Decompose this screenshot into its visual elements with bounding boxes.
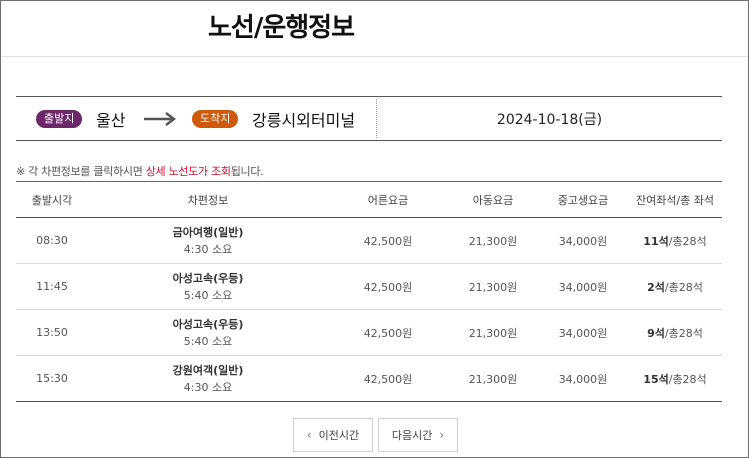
bus-class: 금아여행(일반) — [172, 226, 244, 239]
notice-highlight: 상세 노선도가 조회 — [145, 165, 231, 178]
chevron-left-icon: ‹ — [306, 428, 312, 442]
departure-date: 2024-10-18(금) — [496, 112, 603, 128]
bus-class: 강원여객(일반) — [172, 364, 244, 377]
seat-availability: 9석/총28석 — [628, 310, 722, 355]
notice-text: ※ 각 차편정보를 클릭하시면 상세 노선도가 조회됩니다. — [16, 163, 264, 179]
child-fare: 21,300원 — [468, 234, 518, 248]
child-fare: 21,300원 — [468, 372, 518, 386]
bus-class: 아성고속(우등) — [172, 318, 244, 331]
adult-fare: 42,500원 — [363, 326, 413, 340]
student-fare: 34,000원 — [558, 372, 608, 386]
total-seats: /총28석 — [664, 326, 703, 340]
header-departure-time: 출발시각 — [31, 193, 73, 207]
schedule-table: 출발시각 차편정보 어른요금 아동요금 중고생요금 잔여좌석/총 좌석 08:3… — [16, 181, 722, 402]
arrival-city: 강릉시외터미널 — [252, 111, 356, 130]
total-seats: /총28석 — [668, 234, 707, 248]
bus-info[interactable]: 아성고속(우등) 5:40 소요 — [88, 264, 328, 309]
seat-availability: 15석/총28석 — [628, 356, 722, 401]
header-bus-info: 차편정보 — [187, 193, 229, 207]
table-row[interactable]: 08:30 금아여행(일반) 4:30 소요 42,500원 21,300원 3… — [16, 218, 722, 264]
route-bar: 출발지 울산 도착지 강릉시외터미널 2024-10-18(금) — [16, 96, 722, 141]
remaining-seats: 2석 — [647, 280, 665, 294]
total-seats: /총28석 — [668, 372, 707, 386]
adult-fare: 42,500원 — [363, 280, 413, 294]
adult-fare: 42,500원 — [363, 234, 413, 248]
header-adult-fare: 어른요금 — [367, 193, 409, 207]
header-student-fare: 중고생요금 — [557, 193, 609, 207]
departure-time: 08:30 — [36, 234, 68, 247]
previous-time-label: 이전시간 — [318, 429, 360, 442]
title-divider — [1, 56, 748, 57]
trip-duration: 4:30 소요 — [183, 243, 233, 256]
chevron-right-icon: › — [439, 428, 445, 442]
next-time-label: 다음시간 — [391, 429, 433, 442]
bus-info[interactable]: 강원여객(일반) 4:30 소요 — [88, 356, 328, 401]
remaining-seats: 11석 — [643, 234, 669, 248]
student-fare: 34,000원 — [558, 326, 608, 340]
header-seats: 잔여좌석/총 좌석 — [635, 193, 715, 207]
page-title: 노선/운행정보 — [208, 13, 355, 43]
trip-duration: 4:30 소요 — [183, 381, 233, 394]
next-time-button[interactable]: 다음시간 › — [378, 418, 458, 452]
child-fare: 21,300원 — [468, 280, 518, 294]
remaining-seats: 15석 — [643, 372, 669, 386]
student-fare: 34,000원 — [558, 280, 608, 294]
arrival-badge: 도착지 — [192, 110, 239, 128]
departure-time: 15:30 — [36, 372, 68, 385]
remaining-seats: 9석 — [647, 326, 665, 340]
notice-suffix: 됩니다. — [230, 165, 264, 178]
table-row[interactable]: 11:45 아성고속(우등) 5:40 소요 42,500원 21,300원 3… — [16, 264, 722, 310]
adult-fare: 42,500원 — [363, 372, 413, 386]
bus-info[interactable]: 금아여행(일반) 4:30 소요 — [88, 218, 328, 263]
arrow-right-icon — [144, 112, 176, 126]
departure-time: 13:50 — [36, 326, 68, 339]
header-child-fare: 아동요금 — [472, 193, 514, 207]
bus-class: 아성고속(우등) — [172, 272, 244, 285]
departure-time: 11:45 — [36, 280, 68, 293]
table-row[interactable]: 13:50 아성고속(우등) 5:40 소요 42,500원 21,300원 3… — [16, 310, 722, 356]
table-header: 출발시각 차편정보 어른요금 아동요금 중고생요금 잔여좌석/총 좌석 — [16, 181, 722, 218]
seat-availability: 2석/총28석 — [628, 264, 722, 309]
departure-city: 울산 — [96, 111, 126, 130]
trip-duration: 5:40 소요 — [183, 335, 233, 348]
departure-badge: 출발지 — [36, 110, 83, 128]
student-fare: 34,000원 — [558, 234, 608, 248]
table-row[interactable]: 15:30 강원여객(일반) 4:30 소요 42,500원 21,300원 3… — [16, 356, 722, 402]
seat-availability: 11석/총28석 — [628, 218, 722, 263]
bus-info[interactable]: 아성고속(우등) 5:40 소요 — [88, 310, 328, 355]
child-fare: 21,300원 — [468, 326, 518, 340]
notice-prefix: ※ 각 차편정보를 클릭하시면 — [16, 165, 146, 178]
previous-time-button[interactable]: ‹ 이전시간 — [293, 418, 373, 452]
total-seats: /총28석 — [664, 280, 703, 294]
page-frame: 노선/운행정보 출발지 울산 도착지 강릉시외터미널 2024-10-18(금)… — [0, 0, 749, 458]
trip-duration: 5:40 소요 — [183, 289, 233, 302]
